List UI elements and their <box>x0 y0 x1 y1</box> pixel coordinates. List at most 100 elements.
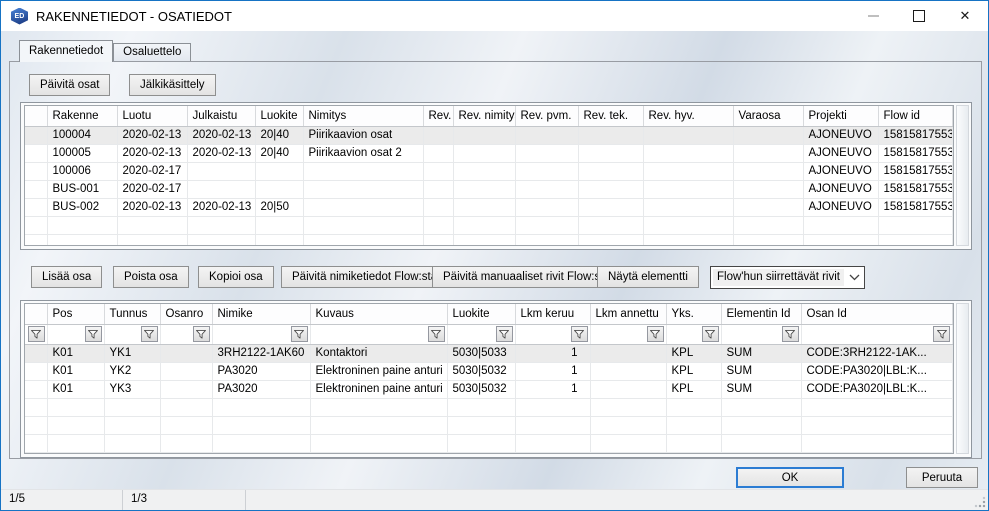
filter-button[interactable] <box>28 326 45 342</box>
cell: 1581581755335 <box>878 198 953 216</box>
filter-button[interactable] <box>933 326 950 342</box>
filter-button[interactable] <box>141 326 158 342</box>
column-header[interactable]: Rev. pvm. <box>515 106 578 126</box>
ok-button[interactable]: OK <box>736 467 844 488</box>
column-header[interactable]: Luokite <box>255 106 303 126</box>
cell: 100006 <box>47 162 117 180</box>
empty-row <box>25 398 953 416</box>
cell <box>423 144 453 162</box>
table-row[interactable]: 1000052020-02-132020-02-1320|40Piirikaav… <box>25 144 953 162</box>
cell: YK1 <box>104 344 160 362</box>
column-header[interactable]: Rev. <box>423 106 453 126</box>
column-header[interactable]: Elementin Id <box>721 304 801 324</box>
cancel-button[interactable]: Peruuta <box>906 467 978 488</box>
column-header[interactable]: Luokite <box>447 304 515 324</box>
column-header[interactable]: Varaosa <box>733 106 803 126</box>
cell: CODE:PA3020|LBL:K... <box>801 362 953 380</box>
filter-cell <box>721 324 801 344</box>
column-header[interactable]: Nimitys <box>303 106 423 126</box>
table-row[interactable]: K01YK13RH2122-1AK60Kontaktori5030|50331K… <box>25 344 953 362</box>
column-header[interactable]: Luotu <box>117 106 187 126</box>
filter-cell <box>515 324 590 344</box>
cell: 20|40 <box>255 144 303 162</box>
close-button[interactable]: ✕ <box>942 1 988 30</box>
filter-cell <box>212 324 310 344</box>
cell <box>643 126 733 144</box>
cell: K01 <box>47 344 104 362</box>
nayta-elementti-button[interactable]: Näytä elementti <box>597 266 699 288</box>
filter-button[interactable] <box>571 326 588 342</box>
column-header[interactable]: Flow id <box>878 106 953 126</box>
column-header[interactable]: Pos <box>47 304 104 324</box>
filter-icon <box>705 330 715 339</box>
cell <box>515 162 578 180</box>
cell: 5030|5032 <box>447 362 515 380</box>
table-row[interactable]: K01YK2PA3020Elektroninen paine anturi503… <box>25 362 953 380</box>
cell <box>453 198 515 216</box>
maximize-button[interactable] <box>896 1 942 30</box>
cell: 2020-02-13 <box>117 126 187 144</box>
filter-button[interactable] <box>647 326 664 342</box>
column-header[interactable]: Rakenne <box>47 106 117 126</box>
table-row[interactable]: 1000042020-02-132020-02-1320|40Piirikaav… <box>25 126 953 144</box>
column-header[interactable] <box>25 106 47 126</box>
lisaa-osa-button[interactable]: Lisää osa <box>31 266 102 288</box>
cell <box>160 344 212 362</box>
app-icon-text: ED <box>14 13 24 20</box>
column-header[interactable]: Rev. hyv. <box>643 106 733 126</box>
column-header[interactable]: Lkm annettu <box>590 304 666 324</box>
column-header[interactable]: Yks. <box>666 304 721 324</box>
table-row[interactable]: 1000062020-02-17AJONEUVO1581581755349 <box>25 162 953 180</box>
column-header[interactable] <box>25 304 47 324</box>
structures-toolbar: Päivitä osat Jälkikäsittely <box>20 74 971 97</box>
column-header[interactable]: Osan Id <box>801 304 953 324</box>
resize-grip-icon[interactable] <box>973 495 986 508</box>
table-row[interactable]: BUS-0012020-02-17AJONEUVO1581581755347 <box>25 180 953 198</box>
column-header[interactable]: Lkm keruu <box>515 304 590 324</box>
cell <box>303 162 423 180</box>
cell <box>578 144 643 162</box>
filter-cell <box>104 324 160 344</box>
parts-vertical-scrollbar[interactable] <box>956 303 969 454</box>
jalkikasittely-button[interactable]: Jälkikäsittely <box>129 74 216 96</box>
paivita-osat-button[interactable]: Päivitä osat <box>29 74 110 96</box>
cell: K01 <box>47 362 104 380</box>
cell: 2020-02-13 <box>187 198 255 216</box>
filter-button[interactable] <box>85 326 102 342</box>
column-header[interactable]: Osanro <box>160 304 212 324</box>
column-header[interactable]: Rev. nimitys <box>453 106 515 126</box>
maximize-icon <box>913 10 925 22</box>
structures-vertical-scrollbar[interactable] <box>956 105 969 246</box>
table-row[interactable]: BUS-0022020-02-132020-02-1320|50AJONEUVO… <box>25 198 953 216</box>
column-header[interactable]: Projekti <box>803 106 878 126</box>
cell <box>590 362 666 380</box>
table-row[interactable]: K01YK3PA3020Elektroninen paine anturi503… <box>25 380 953 398</box>
cell: 1581581755340 <box>878 144 953 162</box>
cell: 100004 <box>47 126 117 144</box>
cell: PA3020 <box>212 380 310 398</box>
tab-osaluettelo[interactable]: Osaluettelo <box>113 43 191 61</box>
column-header[interactable]: Rev. tek. <box>578 106 643 126</box>
paivita-manuaaliset-rivit-button[interactable]: Päivitä manuaaliset rivit Flow:sta <box>432 266 621 288</box>
column-header[interactable]: Kuvaus <box>310 304 447 324</box>
paivita-nimiketiedot-button[interactable]: Päivitä nimiketiedot Flow:sta <box>281 266 448 288</box>
filter-button[interactable] <box>428 326 445 342</box>
tab-rakennetiedot[interactable]: Rakennetiedot <box>19 40 113 62</box>
filter-button[interactable] <box>193 326 210 342</box>
filter-icon <box>88 330 98 339</box>
cell: YK3 <box>104 380 160 398</box>
structures-grid-panel: RakenneLuotuJulkaistuLuokiteNimitysRev.R… <box>20 102 972 250</box>
column-header[interactable]: Nimike <box>212 304 310 324</box>
poista-osa-button[interactable]: Poista osa <box>113 266 189 288</box>
filter-button[interactable] <box>702 326 719 342</box>
column-header[interactable]: Julkaistu <box>187 106 255 126</box>
structures-table: RakenneLuotuJulkaistuLuokiteNimitysRev.R… <box>25 106 953 246</box>
minimize-button[interactable] <box>850 1 896 30</box>
kopioi-osa-button[interactable]: Kopioi osa <box>198 266 274 288</box>
filter-button[interactable] <box>782 326 799 342</box>
column-header[interactable]: Tunnus <box>104 304 160 324</box>
filter-button[interactable] <box>291 326 308 342</box>
cell: 1 <box>515 380 590 398</box>
filter-button[interactable] <box>496 326 513 342</box>
rows-filter-dropdown[interactable]: Flow'hun siirrettävät rivit <box>710 266 865 289</box>
